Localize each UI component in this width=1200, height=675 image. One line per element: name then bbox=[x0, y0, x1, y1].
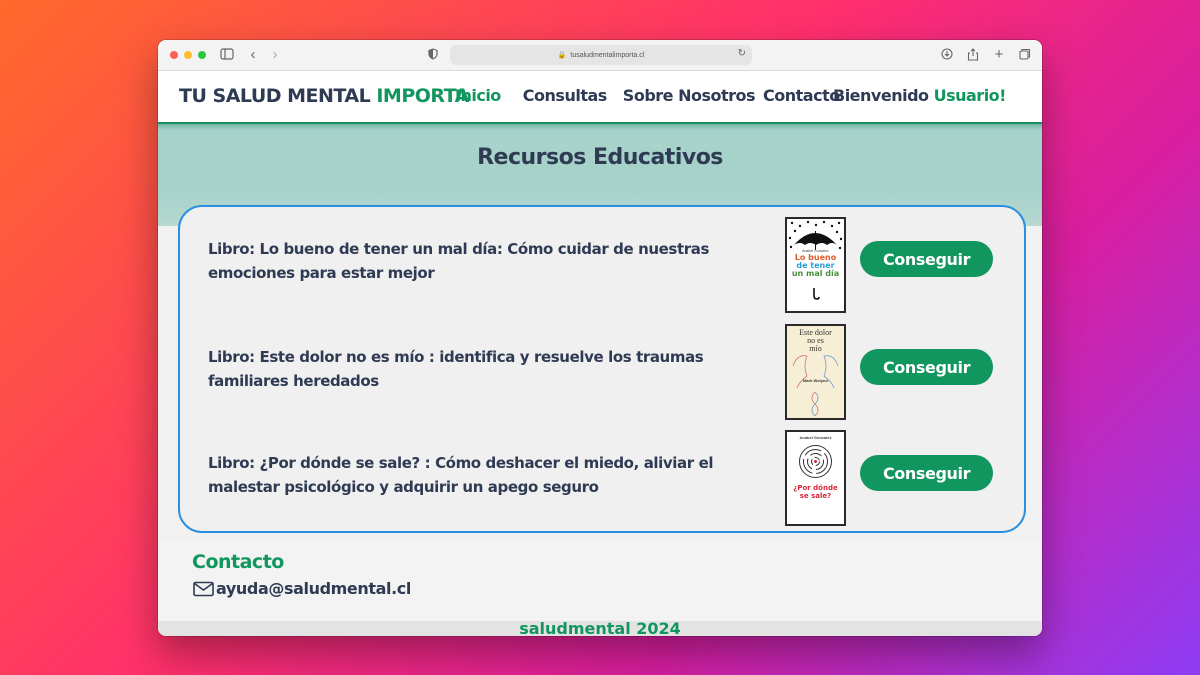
site-header: TU SALUD MENTAL IMPORTA Inicio Consultas… bbox=[158, 71, 1042, 124]
get-book-button[interactable]: Conseguir bbox=[860, 455, 993, 491]
lock-icon: 🔒 bbox=[557, 52, 567, 59]
cover-author: Anabel Gonzalez bbox=[799, 435, 832, 440]
tabs-overview-icon[interactable] bbox=[1018, 48, 1032, 62]
welcome-user[interactable]: Usuario! bbox=[934, 86, 1007, 105]
umbrella-handle-icon bbox=[813, 288, 820, 300]
website: TU SALUD MENTAL IMPORTA Inicio Consultas… bbox=[158, 71, 1042, 636]
download-icon[interactable] bbox=[940, 48, 954, 62]
back-icon[interactable]: ‹ bbox=[246, 47, 260, 62]
copyright-bar: saludmental 2024 bbox=[158, 621, 1042, 636]
brand-main-text: TU SALUD MENTAL bbox=[179, 85, 377, 107]
maze-icon bbox=[799, 445, 832, 478]
site-logo[interactable]: TU SALUD MENTAL IMPORTA bbox=[179, 85, 469, 107]
contact-email-text[interactable]: ayuda@saludmental.cl bbox=[216, 579, 411, 598]
book-row: Libro: Este dolor no es mío : identifica… bbox=[180, 323, 1028, 423]
reload-icon[interactable]: ↻ bbox=[738, 48, 746, 59]
welcome-message: Bienvenido Usuario! bbox=[833, 86, 1006, 105]
nav-item-inicio[interactable]: Inicio bbox=[455, 86, 501, 105]
forward-icon[interactable]: › bbox=[268, 47, 282, 62]
site-footer: Contacto ayuda@saludmental.cl bbox=[158, 539, 1042, 621]
window-controls bbox=[170, 51, 206, 59]
contact-email[interactable]: ayuda@saludmental.cl bbox=[193, 579, 411, 598]
close-window-button[interactable] bbox=[170, 51, 178, 59]
mail-icon bbox=[193, 581, 214, 596]
book-cover-image: Anabel Gonzalez Lo bueno de tener un mal… bbox=[785, 217, 846, 313]
minimize-window-button[interactable] bbox=[184, 51, 192, 59]
cover-title: ¿Por dónde se sale? bbox=[787, 484, 844, 500]
book-cover-image: Este dolor no es mío Mark Wolynn bbox=[785, 324, 846, 420]
get-book-button[interactable]: Conseguir bbox=[860, 349, 993, 385]
shield-icon[interactable] bbox=[426, 48, 440, 62]
cover-author: Mark Wolynn bbox=[803, 378, 828, 383]
book-row: Libro: Lo bueno de tener un mal día: Cóm… bbox=[180, 215, 1028, 315]
new-tab-icon[interactable]: + bbox=[992, 47, 1006, 62]
zoom-window-button[interactable] bbox=[198, 51, 206, 59]
url-text: tusaludmentalimporta.cl bbox=[570, 51, 645, 59]
book-title: Libro: Lo bueno de tener un mal día: Cóm… bbox=[208, 240, 709, 282]
sidebar-toggle-icon[interactable] bbox=[220, 48, 234, 62]
nav-item-contacto[interactable]: Contacto bbox=[763, 86, 840, 105]
face-silhouette-icon bbox=[792, 355, 839, 417]
share-icon[interactable] bbox=[966, 48, 980, 62]
nav-item-sobre-nosotros[interactable]: Sobre Nosotros bbox=[623, 86, 756, 105]
main-nav: Inicio Consultas Sobre Nosotros Contacto bbox=[455, 86, 840, 105]
cover-line: ¿Por dónde bbox=[793, 484, 838, 492]
get-book-button[interactable]: Conseguir bbox=[860, 241, 993, 277]
resources-panel: Libro: Lo bueno de tener un mal día: Cóm… bbox=[178, 205, 1026, 533]
address-bar[interactable]: 🔒 tusaludmentalimporta.cl ↻ bbox=[450, 45, 752, 65]
book-title: Libro: Este dolor no es mío : identifica… bbox=[208, 348, 704, 390]
section-title: Recursos Educativos bbox=[477, 145, 723, 170]
nav-item-consultas[interactable]: Consultas bbox=[523, 86, 608, 105]
cover-title: Lo bueno de tener un mal día bbox=[787, 254, 844, 278]
book-title: Libro: ¿Por dónde se sale? : Cómo deshac… bbox=[208, 454, 714, 496]
cover-line: un mal día bbox=[791, 269, 840, 278]
browser-window: ‹ › 🔒 tusaludmentalimporta.cl ↻ + TU SAL… bbox=[158, 40, 1042, 636]
browser-toolbar: ‹ › 🔒 tusaludmentalimporta.cl ↻ + bbox=[158, 40, 1042, 71]
contact-title: Contacto bbox=[192, 551, 284, 573]
welcome-prefix: Bienvenido bbox=[833, 86, 934, 105]
book-row: Libro: ¿Por dónde se sale? : Cómo deshac… bbox=[180, 429, 1028, 529]
cover-line: se sale? bbox=[799, 492, 832, 500]
book-cover-image: Anabel Gonzalez ¿Por dónde se sale? bbox=[785, 430, 846, 526]
copyright-text: saludmental 2024 bbox=[519, 621, 681, 636]
